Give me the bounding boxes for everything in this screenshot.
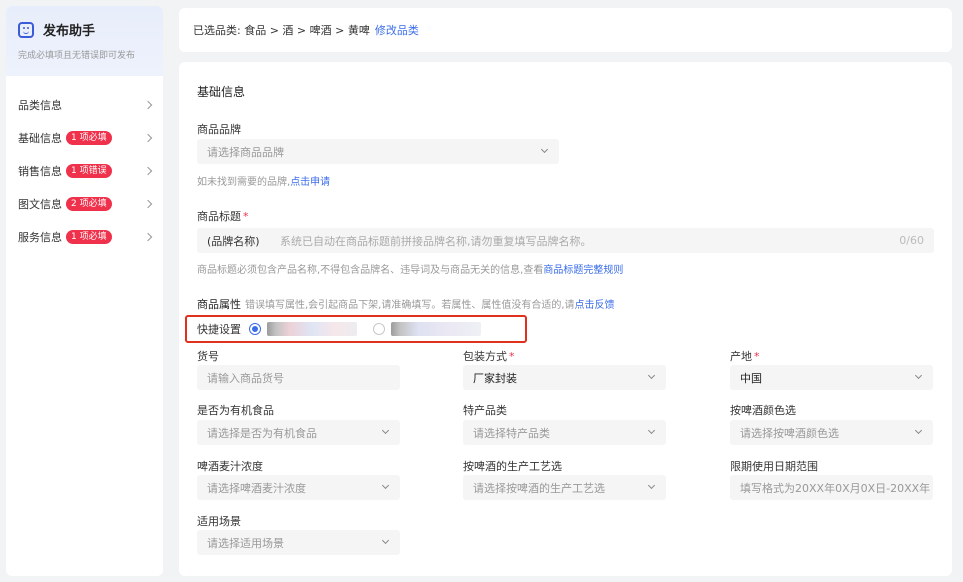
chevron-right-icon	[143, 100, 153, 109]
sidebar-item-basic[interactable]: 基础信息 1 项必填	[6, 121, 163, 154]
scene-select[interactable]: 请选择适用场景	[197, 530, 400, 555]
title-hint: 商品标题必须包含产品名称,不得包含品牌名、违导词及与商品无关的信息,查看商品标题…	[197, 261, 623, 276]
redacted-option-1	[267, 322, 357, 336]
organic-placeholder: 请选择是否为有机食品	[207, 426, 317, 440]
title-label: 商品标题 *	[197, 208, 249, 224]
required-mark: *	[754, 350, 760, 363]
required-mark: *	[509, 350, 515, 363]
brand-select[interactable]: 请选择商品品牌	[197, 139, 559, 164]
chevron-down-icon	[647, 481, 656, 490]
required-badge: 1 项必填	[66, 229, 112, 244]
beer-color-select[interactable]: 请选择按啤酒颜色选	[730, 420, 933, 445]
error-badge: 1 项错误	[66, 163, 112, 178]
wort-select[interactable]: 请选择啤酒麦汁浓度	[197, 475, 400, 500]
sidebar-item-label: 基础信息	[18, 131, 62, 145]
required-badge: 1 项必填	[66, 130, 112, 145]
brand-placeholder: 请选择商品品牌	[207, 145, 284, 159]
scene-label: 适用场景	[197, 515, 241, 528]
process-placeholder: 请选择按啤酒的生产工艺选	[473, 481, 605, 495]
brand-hint-text: 如未找到需要的品牌,	[197, 177, 291, 188]
publish-assistant-sidebar: 发布助手 完成必填项且无错误即可发布 品类信息 基础信息 1 项必填 销售信息 …	[6, 6, 163, 576]
process-label: 按啤酒的生产工艺选	[463, 460, 562, 473]
chevron-down-icon	[647, 426, 656, 435]
title-hint-text: 商品标题必须包含产品名称,不得包含品牌名、违导词及与商品无关的信息,查看	[197, 265, 544, 276]
section-title: 基础信息	[197, 85, 246, 99]
organic-label: 是否为有机食品	[197, 404, 274, 417]
quick-settings-box: 快捷设置	[185, 315, 527, 343]
origin-label: 产地 *	[730, 348, 760, 364]
chevron-down-icon	[647, 371, 656, 380]
attributes-label: 商品属性	[197, 298, 241, 311]
attributes-header: 商品属性 错误填写属性,会引起商品下架,请准确填写。若属性、属性值没有合适的,请点…	[197, 296, 615, 312]
sidebar-item-label: 品类信息	[18, 98, 62, 112]
packaging-label-text: 包装方式	[463, 350, 507, 363]
required-badge: 2 项必填	[66, 196, 112, 211]
required-mark: *	[243, 210, 249, 223]
title-char-count: 0/60	[899, 234, 924, 247]
quick-settings-label: 快捷设置	[197, 323, 241, 336]
basic-info-form: 基础信息 商品品牌 请选择商品品牌 如未找到需要的品牌,点击申请 商品标题 * (…	[179, 62, 952, 576]
product-title-input[interactable]: (品牌名称) 系统已自动在商品标题前拼接品牌名称,请勿重复填写品牌名称。 0/6…	[197, 228, 934, 253]
beer-color-placeholder: 请选择按啤酒颜色选	[740, 426, 839, 440]
specialty-placeholder: 请选择特产品类	[473, 426, 550, 440]
chevron-right-icon	[143, 133, 153, 142]
assistant-icon	[18, 21, 34, 38]
sidebar-header: 发布助手 完成必填项且无错误即可发布	[6, 6, 163, 76]
sidebar-list: 品类信息 基础信息 1 项必填 销售信息 1 项错误 图文信息 2 项必填 服务…	[6, 76, 163, 253]
breadcrumb-text: 已选品类: 食品 > 酒 > 啤酒 > 黄啤	[193, 24, 370, 37]
specialty-select[interactable]: 请选择特产品类	[463, 420, 666, 445]
wort-placeholder: 请选择啤酒麦汁浓度	[207, 481, 306, 495]
origin-label-text: 产地	[730, 350, 752, 363]
chevron-down-icon	[381, 426, 390, 435]
redacted-option-2	[391, 322, 481, 336]
expiry-range-placeholder: 填写格式为20XX年0X月0X日-20XX年	[740, 481, 931, 495]
beer-color-label: 按啤酒颜色选	[730, 404, 796, 417]
packaging-value: 厂家封装	[473, 371, 517, 385]
packaging-label: 包装方式 *	[463, 348, 515, 364]
process-select[interactable]: 请选择按啤酒的生产工艺选	[463, 475, 666, 500]
item-number-label: 货号	[197, 350, 219, 363]
origin-select[interactable]: 中国	[730, 365, 933, 390]
sidebar-item-sales[interactable]: 销售信息 1 项错误	[6, 154, 163, 187]
scene-placeholder: 请选择适用场景	[207, 536, 284, 550]
feedback-link[interactable]: 点击反馈	[575, 300, 615, 311]
specialty-label: 特产品类	[463, 404, 507, 417]
chevron-down-icon	[381, 536, 390, 545]
brand-name-prefix: (品牌名称)	[207, 234, 260, 248]
brand-hint: 如未找到需要的品牌,点击申请	[197, 173, 330, 188]
chevron-down-icon	[540, 145, 549, 154]
chevron-right-icon	[143, 166, 153, 175]
sidebar-item-label: 图文信息	[18, 197, 62, 211]
expiry-range-label: 限期使用日期范围	[730, 460, 818, 473]
sidebar-item-category[interactable]: 品类信息	[6, 88, 163, 121]
expiry-range-input[interactable]: 填写格式为20XX年0X月0X日-20XX年	[730, 475, 933, 500]
sidebar-item-media[interactable]: 图文信息 2 项必填	[6, 187, 163, 220]
quick-option-2-radio[interactable]	[373, 323, 385, 335]
item-number-placeholder: 请输入商品货号	[207, 371, 284, 385]
chevron-down-icon	[914, 426, 923, 435]
quick-option-1-radio[interactable]	[249, 323, 261, 335]
edit-category-link[interactable]: 修改品类	[375, 22, 419, 38]
chevron-right-icon	[143, 199, 153, 208]
title-placeholder: 系统已自动在商品标题前拼接品牌名称,请勿重复填写品牌名称。	[280, 234, 592, 248]
organic-select[interactable]: 请选择是否为有机食品	[197, 420, 400, 445]
sidebar-item-label: 服务信息	[18, 230, 62, 244]
chevron-down-icon	[914, 371, 923, 380]
title-label-text: 商品标题	[197, 210, 241, 223]
packaging-select[interactable]: 厂家封装	[463, 365, 666, 390]
sidebar-title: 发布助手	[43, 24, 96, 39]
category-breadcrumb: 已选品类: 食品 > 酒 > 啤酒 > 黄啤 修改品类	[179, 8, 952, 52]
chevron-right-icon	[143, 232, 153, 241]
chevron-down-icon	[381, 481, 390, 490]
attributes-note: 错误填写属性,会引起商品下架,请准确填写。若属性、属性值没有合适的,请	[245, 300, 575, 311]
origin-value: 中国	[740, 371, 762, 385]
item-number-input[interactable]: 请输入商品货号	[197, 365, 400, 390]
sidebar-subtitle: 完成必填项且无错误即可发布	[18, 51, 136, 61]
apply-brand-link[interactable]: 点击申请	[290, 177, 330, 188]
sidebar-item-label: 销售信息	[18, 164, 62, 178]
title-rules-link[interactable]: 商品标题完整规则	[543, 265, 623, 276]
wort-label: 啤酒麦汁浓度	[197, 460, 263, 473]
sidebar-item-service[interactable]: 服务信息 1 项必填	[6, 220, 163, 253]
brand-label: 商品品牌	[197, 123, 241, 136]
